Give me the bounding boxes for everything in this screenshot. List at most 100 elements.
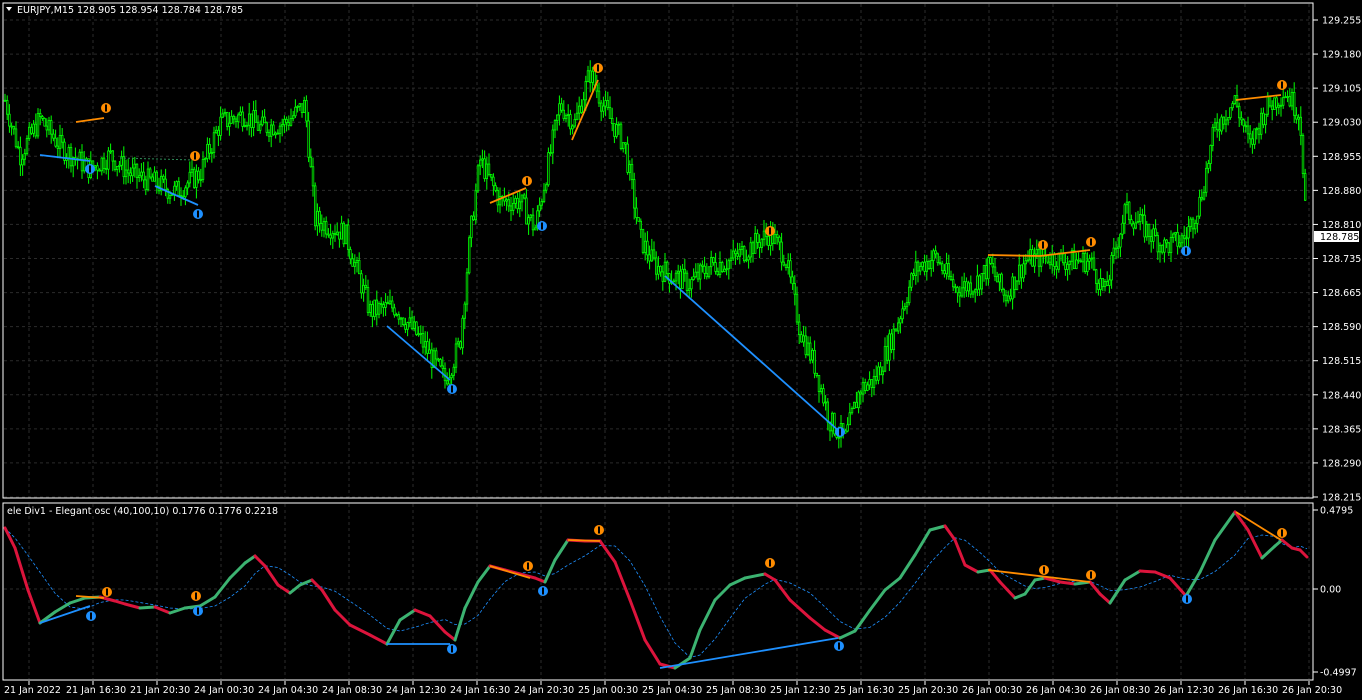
main-price-panel[interactable]: EURJPY,M15 128.905 128.954 128.784 128.7… [2, 2, 1314, 499]
candle-body [111, 150, 115, 162]
candle-body [1165, 239, 1168, 244]
candle-body [142, 171, 145, 181]
candle-body [1101, 278, 1105, 288]
candle-body [1046, 255, 1050, 263]
blue-up-arrow-icon [447, 384, 457, 394]
candle-body [412, 321, 416, 329]
candle-body [681, 268, 684, 289]
oscillator-axis[interactable]: 0.4795 0.00 -0.4997 [1313, 506, 1357, 679]
candle-body [344, 224, 348, 245]
candle-body [958, 292, 962, 297]
candle-body [1053, 253, 1056, 267]
candle-body [267, 131, 271, 137]
candle-body [868, 379, 871, 386]
candle-body [335, 231, 339, 236]
candle-body [905, 302, 909, 308]
candle-body [1189, 218, 1193, 227]
candle-body [954, 286, 957, 289]
candle-body [283, 118, 286, 126]
marker-glyph [1043, 566, 1045, 574]
candle-body [105, 167, 108, 170]
candle-body [1284, 96, 1287, 99]
candle-body [833, 412, 836, 435]
candle-body [472, 215, 475, 221]
candle-body [740, 246, 744, 250]
time-axis-label: 25 Jan 20:30 [898, 685, 958, 696]
chart-window[interactable]: EURJPY,M15 128.905 128.954 128.784 128.7… [0, 0, 1362, 700]
time-axis[interactable]: 21 Jan 2022 21 Jan 16:30 21 Jan 20:30 24 Ja… [4, 681, 1342, 696]
candle-body [1125, 201, 1129, 206]
marker-glyph [195, 592, 197, 600]
candle-body [102, 157, 106, 169]
candle-body [8, 113, 11, 127]
candle-body [1141, 214, 1144, 216]
candle-body [188, 171, 192, 184]
candle-body [1112, 247, 1116, 256]
candle-body [1229, 107, 1232, 119]
candle-body [1282, 97, 1285, 106]
oscillator-panel[interactable]: ele Div1 - Elegant osc (40,100,10) 0.177… [2, 502, 1314, 681]
candle-body [1196, 215, 1199, 224]
marker-glyph [1090, 238, 1092, 246]
candle-body [153, 171, 156, 182]
candle-body [1031, 249, 1034, 267]
candle-body [679, 270, 682, 289]
candle-body [619, 123, 623, 150]
price-axis[interactable]: 129.255 129.180 129.105 129.030 128.955 128.8… [1313, 16, 1361, 504]
candle-body [1117, 246, 1120, 249]
blue-up-arrow-icon [537, 221, 547, 231]
time-axis-label: 26 Jan 16:30 [1218, 685, 1278, 696]
candle-body [586, 70, 590, 82]
candle-body [333, 233, 337, 236]
candle-body [217, 129, 220, 136]
candle-body [1275, 97, 1278, 108]
price-axis-label: 128.215 [1322, 493, 1361, 504]
candle-body [450, 374, 453, 379]
candle-body [980, 273, 984, 290]
candle-body [617, 123, 621, 126]
candle-body [155, 171, 159, 187]
candle-body [203, 158, 207, 160]
candle-body [366, 287, 370, 313]
candle-body [1299, 116, 1303, 136]
orange-down-arrow-icon [1039, 565, 1049, 575]
candle-body [208, 143, 211, 154]
candle-body [846, 424, 849, 432]
candle-body [1238, 105, 1241, 119]
candle-body [408, 317, 412, 324]
price-axis-label: 128.880 [1322, 186, 1361, 197]
candle-body [144, 179, 148, 191]
time-axis-label: 21 Jan 2022 [4, 685, 61, 696]
time-axis-label: 24 Jan 04:30 [258, 685, 318, 696]
blue-up-arrow-icon [835, 427, 845, 437]
candle-body [137, 175, 141, 178]
symbol-header[interactable]: EURJPY,M15 128.905 128.954 128.784 128.7… [6, 5, 243, 16]
candle-body [875, 375, 878, 381]
candle-body [357, 259, 361, 275]
candle-body [826, 401, 830, 423]
candle-body [899, 318, 902, 324]
candle-body [278, 125, 282, 134]
orange-down-arrow-icon [1086, 570, 1096, 580]
candle-body [463, 303, 467, 319]
candle-body [782, 261, 786, 266]
candle-body [611, 117, 614, 124]
candle-body [960, 287, 964, 297]
candle-body [615, 124, 618, 137]
orange-down-arrow-icon [522, 176, 532, 186]
orange-down-arrow-icon [191, 591, 201, 601]
candle-body [434, 350, 438, 360]
candle-body [1128, 201, 1131, 221]
candle-body [316, 210, 319, 227]
candle-body [589, 70, 592, 83]
candle-body [133, 163, 137, 169]
candle-body [633, 179, 636, 209]
marker-glyph [89, 165, 91, 173]
candle-body [644, 240, 647, 253]
candle-body [1180, 235, 1184, 244]
candle-body [1286, 96, 1289, 98]
candle-body [813, 349, 816, 374]
candle-body [732, 250, 735, 259]
candle-body [606, 100, 610, 108]
candle-body [1090, 257, 1094, 260]
